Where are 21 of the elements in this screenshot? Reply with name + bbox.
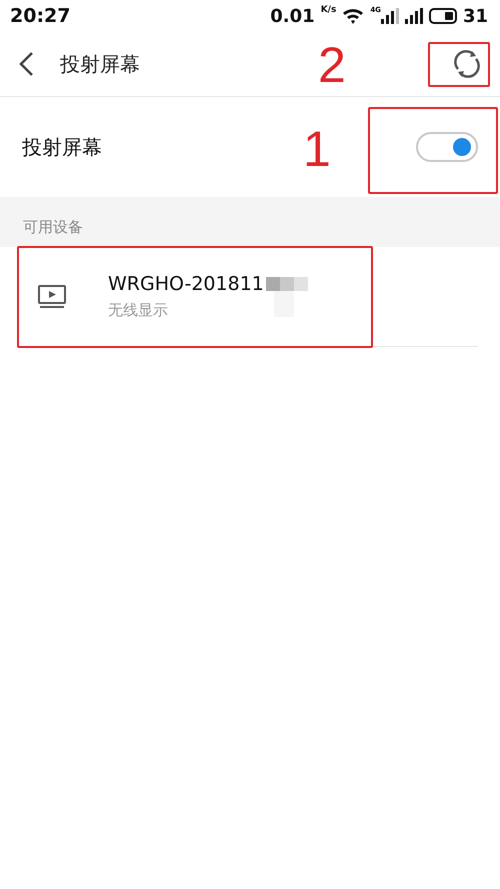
device-name[interactable]: WRGHO-201811 [108, 273, 264, 295]
network-speed: 0.01 [270, 6, 315, 26]
cast-switch[interactable] [416, 132, 478, 162]
highlight-frame [428, 42, 490, 87]
battery-level: 31 [462, 6, 488, 26]
back-button[interactable] [18, 51, 34, 77]
refresh-button[interactable] [452, 49, 482, 79]
speed-unit: K/s [320, 5, 336, 15]
page-title: 投射屏幕 [60, 50, 140, 78]
device-subtitle: 无线显示 [108, 301, 169, 320]
step-number: 1 [303, 124, 331, 174]
signal-icon [380, 8, 399, 24]
mosaic-icon [266, 277, 308, 317]
battery-icon [428, 8, 457, 24]
toggle-label: 投射屏幕 [22, 134, 102, 160]
step-number: 2 [318, 40, 346, 90]
wifi-icon [342, 7, 364, 25]
screen-icon [38, 285, 66, 309]
status-time: 20:27 [10, 5, 70, 27]
section-title: 可用设备 [23, 218, 83, 237]
signal-icon [404, 8, 423, 24]
